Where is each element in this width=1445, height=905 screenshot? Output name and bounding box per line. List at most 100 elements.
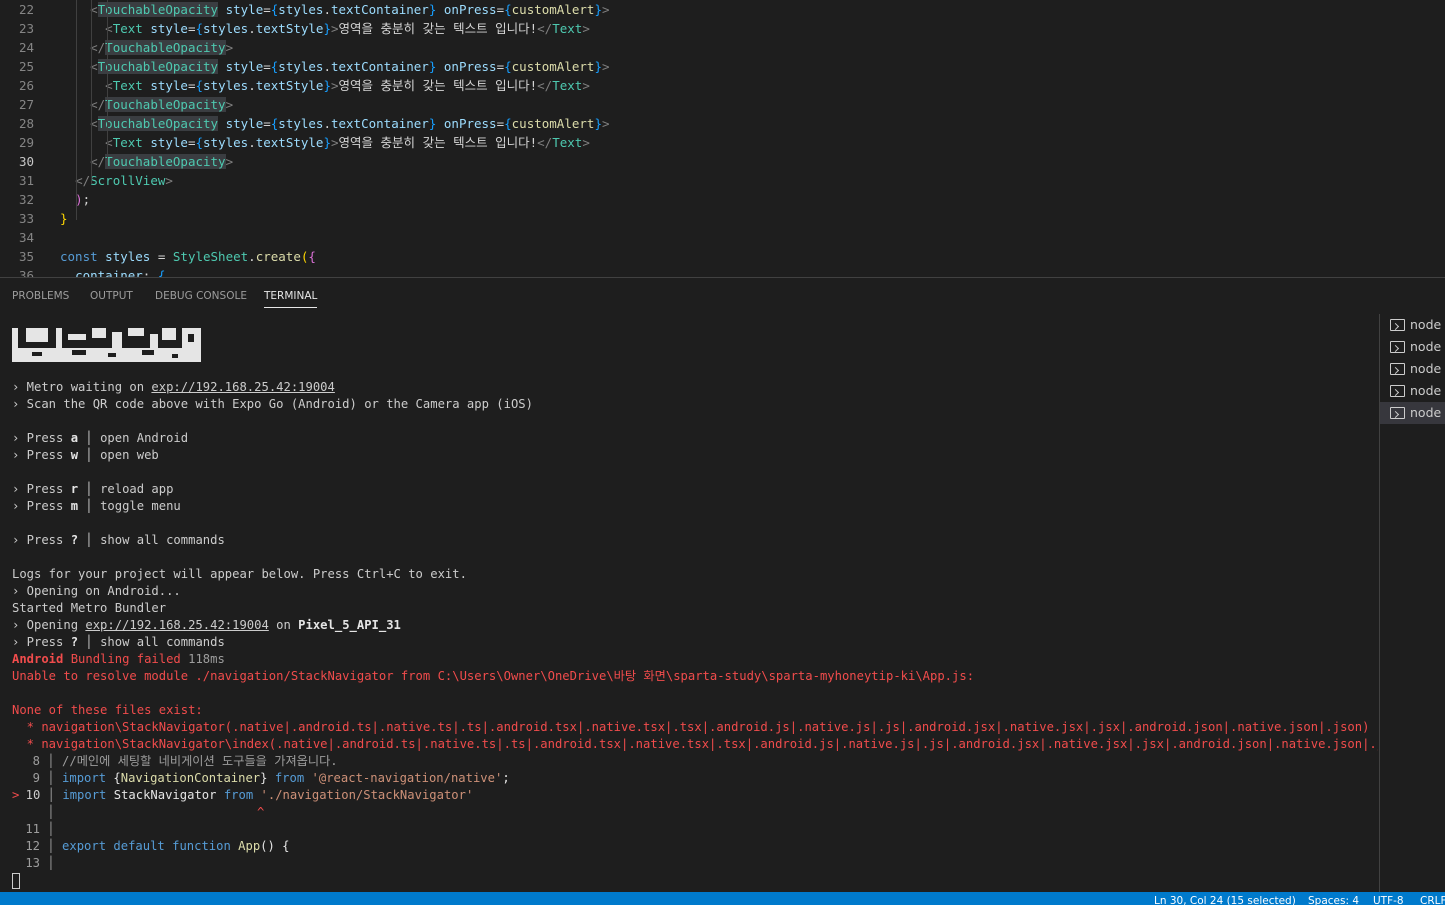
eol-setting[interactable]: CRLF [1420, 895, 1445, 905]
tab-problems[interactable]: PROBLEMS [12, 290, 69, 302]
code-token: = [187, 135, 196, 150]
press-label: › Press [12, 635, 71, 649]
code-token: { [157, 268, 166, 277]
code-line[interactable]: 36 container: { [0, 266, 1445, 277]
code-token: } [428, 59, 437, 74]
frame-punct: () { [260, 839, 290, 853]
code-token: . [323, 116, 331, 131]
shortcut-line-w: › Press w │ open web [12, 448, 159, 462]
code-token: styles [105, 249, 151, 264]
indentation-setting[interactable]: Spaces: 4 [1308, 895, 1359, 905]
code-token: . [323, 2, 331, 17]
code-token: textContainer [330, 116, 429, 131]
code-token: { [504, 59, 512, 74]
code-line[interactable]: 26 <Text style={styles.textStyle}>영역을 충분… [0, 76, 1445, 95]
line-number: 24 [18, 40, 34, 55]
code-frame-line-13: 13 │ [12, 855, 54, 872]
device-name: Pixel_5_API_31 [298, 618, 401, 632]
component-tag: TouchableOpacity [105, 97, 226, 112]
line-number: 36 [18, 268, 34, 277]
tab-debug-console[interactable]: DEBUG CONSOLE [155, 290, 247, 302]
code-editor[interactable]: 22 <TouchableOpacity style={styles.textC… [0, 0, 1445, 277]
component-tag: Text [552, 21, 583, 36]
frame-line-number: 10 [25, 788, 41, 802]
tab-output[interactable]: OUTPUT [90, 290, 133, 302]
code-token: } [323, 135, 331, 150]
qr-code-icon [12, 328, 201, 362]
terminal-item-4[interactable]: node [1380, 380, 1445, 402]
terminal-item-1[interactable]: node [1380, 314, 1445, 336]
code-token: > [165, 173, 173, 188]
code-token: styles [278, 2, 324, 17]
code-content: <Text style={styles.textStyle}>영역을 충분히 갖… [60, 19, 590, 38]
indent-guide [76, 0, 77, 220]
encoding-setting[interactable]: UTF-8 [1373, 895, 1404, 905]
code-token: customAlert [511, 2, 595, 17]
frame-line-number: 8 [32, 754, 40, 768]
line-number: 35 [18, 249, 34, 264]
code-line[interactable]: 22 <TouchableOpacity style={styles.textC… [0, 0, 1445, 19]
frame-line-number: 9 [32, 771, 40, 785]
shortcut-desc: open Android [100, 431, 189, 445]
code-token: > [582, 135, 590, 150]
terminal-icon [1390, 363, 1405, 375]
code-line[interactable]: 24 </TouchableOpacity> [0, 38, 1445, 57]
code-token: } [428, 116, 437, 131]
code-token: > [330, 21, 339, 36]
terminal-item-5[interactable]: node [1380, 402, 1445, 424]
code-token: > [225, 154, 234, 169]
code-token: > [601, 116, 610, 131]
terminal-item-label: node [1410, 405, 1442, 420]
code-line[interactable]: 31 </ScrollView> [0, 171, 1445, 190]
tab-terminal[interactable]: TERMINAL [264, 290, 318, 308]
code-line[interactable]: 23 <Text style={styles.textStyle}>영역을 충분… [0, 19, 1445, 38]
frame-code: //메인에 세팅할 네비게이션 도구들을 가져옵니다. [62, 754, 338, 768]
status-bar: Ln 30, Col 24 (15 selected) Spaces: 4 UT… [0, 892, 1445, 905]
code-line[interactable]: 34 [0, 228, 1445, 247]
code-token: </ [90, 40, 106, 55]
code-token: styles [203, 135, 249, 150]
code-frame-line-12: 12 │ export default function App() { [12, 838, 290, 855]
terminal-cursor [12, 873, 20, 889]
shortcut-key: ? [70, 533, 79, 547]
frame-keyword: export [62, 839, 107, 853]
started-metro-line: Started Metro Bundler [12, 601, 167, 615]
code-token: style [150, 135, 188, 150]
terminal-item-3[interactable]: node [1380, 358, 1445, 380]
code-content: <Text style={styles.textStyle}>영역을 충분히 갖… [60, 133, 590, 152]
code-token: </ [75, 173, 91, 188]
shortcut-key: r [70, 482, 79, 496]
code-token: = [496, 116, 505, 131]
code-frame-line-9: 9 │ import {NavigationContainer} from '@… [12, 770, 510, 787]
code-content: </TouchableOpacity> [60, 152, 233, 171]
terminal-item-2[interactable]: node [1380, 336, 1445, 358]
opening-url-link[interactable]: exp://192.168.25.42:19004 [85, 618, 268, 632]
component-tag: ScrollView [90, 173, 166, 188]
code-line[interactable]: 32 ); [0, 190, 1445, 209]
terminal-item-label: node [1410, 361, 1442, 376]
code-line[interactable]: 27 </TouchableOpacity> [0, 95, 1445, 114]
terminal-icon [1390, 385, 1405, 397]
code-content: container: { [60, 266, 165, 277]
shortcut-line-r: › Press r │ reload app [12, 482, 174, 496]
code-line[interactable]: 33} [0, 209, 1445, 228]
line-number: 33 [18, 211, 34, 226]
terminal-output[interactable]: › Metro waiting on exp://192.168.25.42:1… [0, 314, 1378, 893]
code-token: { [195, 78, 204, 93]
code-line[interactable]: 28 <TouchableOpacity style={styles.textC… [0, 114, 1445, 133]
cursor-position[interactable]: Ln 30, Col 24 (15 selected) [1154, 895, 1296, 905]
bundling-failed-label: Bundling failed [63, 652, 189, 666]
code-line[interactable]: 30 </TouchableOpacity> [0, 152, 1445, 171]
code-line[interactable]: 35 const styles = StyleSheet.create({ [0, 247, 1445, 266]
code-token: textContainer [330, 59, 429, 74]
code-line[interactable]: 29 <Text style={styles.textStyle}>영역을 충분… [0, 133, 1445, 152]
code-token: styles [278, 59, 324, 74]
line-number: 29 [18, 135, 34, 150]
frame-keyword: from [274, 771, 305, 785]
code-line[interactable]: 25 <TouchableOpacity style={styles.textC… [0, 57, 1445, 76]
metro-url-link[interactable]: exp://192.168.25.42:19004 [151, 380, 334, 394]
none-exist-line: None of these files exist: [12, 703, 203, 717]
code-token: { [504, 116, 512, 131]
code-token: } [594, 2, 602, 17]
frame-string: './navigation/StackNavigator' [260, 788, 474, 802]
